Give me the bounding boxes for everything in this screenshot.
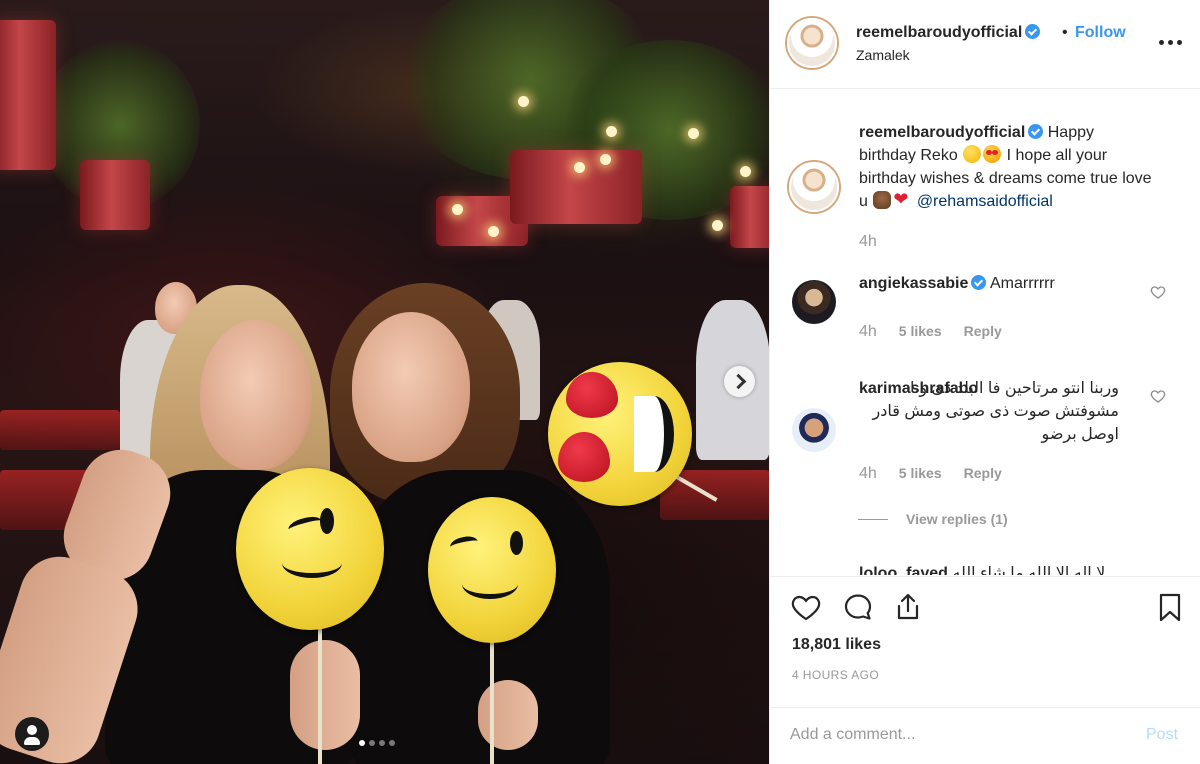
verified-badge-icon <box>1025 24 1041 39</box>
comments-list[interactable]: reemelbaroudyofficial Happy birthday Rek… <box>770 90 1200 575</box>
comment-username[interactable]: angiekassabie <box>859 275 968 292</box>
more-options-icon[interactable] <box>1159 40 1182 45</box>
string-light <box>712 220 723 231</box>
string-light <box>740 166 751 177</box>
string-light <box>688 128 699 139</box>
comment-composer: Post <box>770 707 1200 762</box>
string-light <box>600 154 611 165</box>
smiling-face-emoji-icon <box>963 145 982 163</box>
string-light <box>518 96 529 107</box>
caption-text: reemelbaroudyofficial Happy birthday Rek… <box>859 121 1155 213</box>
heart-icon[interactable] <box>790 591 822 623</box>
red-lamp <box>510 150 642 224</box>
verified-badge-icon <box>1028 124 1044 139</box>
view-replies-button[interactable]: View replies (1) <box>858 511 1008 527</box>
bookmark-icon[interactable] <box>1154 591 1186 623</box>
post-header: reemelbaroudyofficial • Follow Zamalek <box>770 0 1200 89</box>
winking-face-prop <box>428 497 556 643</box>
post-actions: 18,801 likes 4 HOURS AGO Post <box>770 576 1200 761</box>
comment-time[interactable]: 4h <box>859 323 877 341</box>
string-light <box>488 226 499 237</box>
heart-eyes-face-prop <box>548 362 692 506</box>
person-left-face <box>200 320 312 470</box>
comment-bubble-icon[interactable] <box>842 591 874 623</box>
prop-stick <box>318 625 322 764</box>
verified-badge-icon <box>971 275 987 290</box>
post-timestamp[interactable]: 4 HOURS AGO <box>792 668 879 682</box>
heart-icon[interactable] <box>1150 284 1166 300</box>
heart-eyes-emoji-icon <box>983 145 1002 163</box>
post-photo[interactable] <box>0 0 769 764</box>
person-right-hand <box>478 680 538 750</box>
follow-button[interactable]: Follow <box>1075 24 1126 42</box>
red-lamp <box>730 186 769 248</box>
post-button[interactable]: Post <box>1146 726 1178 744</box>
carousel-dot <box>389 740 395 746</box>
comment-likes[interactable]: 5 likes <box>899 465 942 481</box>
comment-text: Amarrrrrr <box>989 275 1055 292</box>
comment: loloo_fayed لا اله الا الله ما شاء الله … <box>859 562 1155 575</box>
post-panel: reemelbaroudyofficial • Follow Zamalek r… <box>769 0 1200 764</box>
prop-stick <box>490 636 494 764</box>
carousel-dot <box>369 740 375 746</box>
cake-emoji-icon <box>873 191 892 209</box>
caption-time[interactable]: 4h <box>859 233 877 251</box>
caption-username[interactable]: reemelbaroudyofficial <box>859 124 1025 141</box>
comment-text: وربنا انتو مرتاحين فا البلد دى ونا مشوفت… <box>872 380 1119 443</box>
user-tag-icon[interactable] <box>15 717 49 751</box>
string-light <box>606 126 617 137</box>
heart-icon[interactable] <box>1150 388 1166 404</box>
string-light <box>574 162 585 173</box>
share-icon[interactable] <box>892 591 924 623</box>
comment-time[interactable]: 4h <box>859 465 877 483</box>
carousel-dot <box>359 740 365 746</box>
table <box>0 410 120 450</box>
location-link[interactable]: Zamalek <box>856 47 910 63</box>
chevron-right-icon[interactable] <box>724 366 755 397</box>
separator-dot: • <box>1062 24 1068 41</box>
person-right-hand <box>290 640 360 750</box>
reply-button[interactable]: Reply <box>964 465 1002 481</box>
comment-input[interactable] <box>790 722 1120 748</box>
red-lamp <box>0 20 56 170</box>
reply-button[interactable]: Reply <box>964 323 1002 339</box>
avatar[interactable] <box>792 408 836 452</box>
winking-face-prop <box>236 468 384 630</box>
comment-likes[interactable]: 5 likes <box>899 323 942 339</box>
string-light <box>452 204 463 215</box>
person-right-face <box>352 312 470 462</box>
mention-link[interactable]: @rehamsaidofficial <box>917 193 1053 210</box>
likes-count[interactable]: 18,801 likes <box>792 636 881 654</box>
carousel-dot <box>379 740 385 746</box>
red-heart-emoji-icon <box>893 188 911 211</box>
red-lamp <box>80 160 150 230</box>
comment-username[interactable]: loloo_fayed <box>859 565 948 575</box>
avatar[interactable] <box>792 280 836 324</box>
avatar[interactable] <box>787 18 837 68</box>
carousel-indicator <box>359 740 395 746</box>
avatar[interactable] <box>789 162 839 212</box>
author-username[interactable]: reemelbaroudyofficial <box>856 24 1022 41</box>
